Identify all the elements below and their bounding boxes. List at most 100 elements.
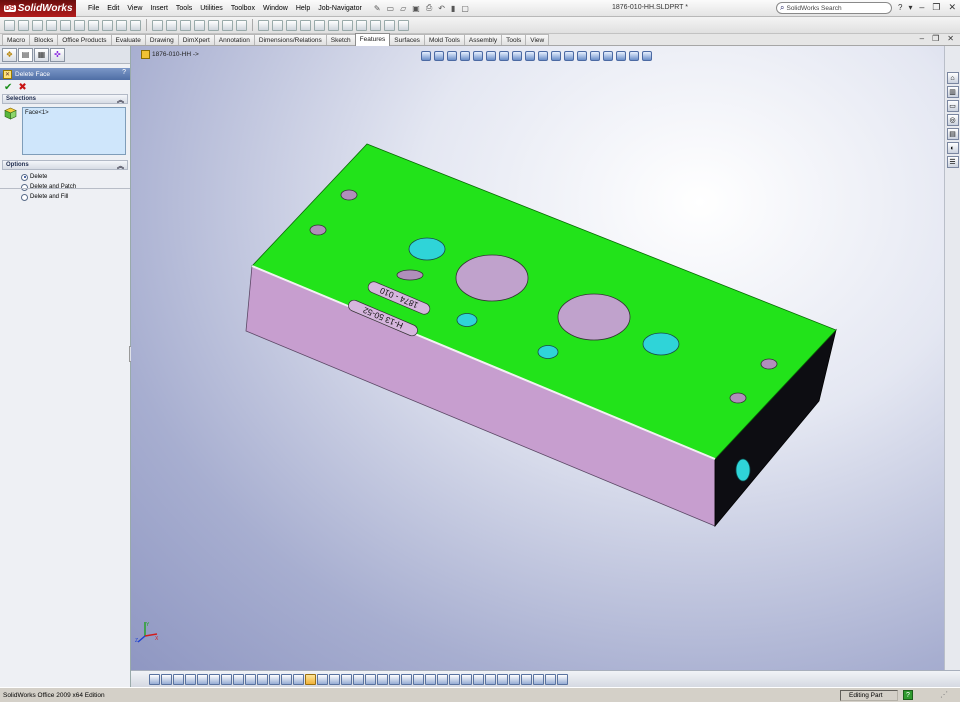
tab-view[interactable]: View bbox=[525, 34, 550, 45]
view-right-icon[interactable] bbox=[185, 673, 196, 685]
toolbar-button[interactable] bbox=[18, 19, 29, 31]
ok-button[interactable]: ✔ bbox=[4, 82, 12, 93]
option-delete[interactable]: Delete bbox=[0, 172, 130, 182]
view-normal-to-icon[interactable] bbox=[221, 673, 232, 685]
shaded-icon[interactable] bbox=[365, 673, 376, 685]
toolbar-button[interactable] bbox=[166, 19, 177, 31]
menu-window[interactable]: Window bbox=[259, 0, 292, 17]
menu-insert[interactable]: Insert bbox=[146, 0, 172, 17]
small-cyan-hole[interactable] bbox=[456, 313, 478, 327]
view-bottom-icon[interactable] bbox=[209, 673, 220, 685]
tab-drawing[interactable]: Drawing bbox=[144, 34, 179, 45]
menu-tools[interactable]: Tools bbox=[172, 0, 196, 17]
hidden-lines-visible-icon[interactable] bbox=[329, 673, 340, 685]
tab-macro[interactable]: Macro bbox=[2, 34, 31, 45]
toolbar-button[interactable] bbox=[272, 19, 283, 31]
feature-manager-tab[interactable]: ❖ bbox=[2, 47, 17, 62]
small-hole[interactable] bbox=[729, 392, 747, 404]
close-icon[interactable]: ✕ bbox=[948, 2, 956, 13]
toolbar-button[interactable] bbox=[300, 19, 311, 31]
dimetric-icon[interactable] bbox=[305, 673, 316, 685]
options-section-header[interactable]: Options ︽ bbox=[2, 160, 128, 170]
tab-features[interactable]: Features bbox=[354, 33, 391, 46]
minimize-icon[interactable]: – bbox=[919, 2, 924, 13]
solidworks-logo[interactable]: DS SolidWorks bbox=[0, 0, 76, 17]
configuration-manager-tab[interactable]: ▦ bbox=[34, 47, 49, 62]
toolbar-button[interactable] bbox=[236, 19, 247, 31]
selected-face-item[interactable]: Face<1> bbox=[25, 110, 49, 116]
graphics-area[interactable]: 1876-010-HH -> 1874 - 010 H-13 50-52 Y X… bbox=[131, 46, 944, 670]
toolbar-button[interactable] bbox=[328, 19, 339, 31]
radio-delete[interactable] bbox=[21, 173, 28, 181]
view-top-icon[interactable] bbox=[197, 673, 208, 685]
part-model[interactable]: 1874 - 010 H-13 50-52 bbox=[131, 46, 944, 670]
restore-icon[interactable]: ❐ bbox=[932, 2, 940, 13]
shadows-in-shaded-icon[interactable] bbox=[377, 673, 388, 685]
curvature-icon[interactable] bbox=[413, 673, 424, 685]
toolbar-button[interactable] bbox=[152, 19, 163, 31]
open-icon[interactable]: ▱ bbox=[400, 4, 406, 13]
perspective-icon[interactable] bbox=[389, 673, 400, 685]
tab-annotation[interactable]: Annotation bbox=[213, 34, 255, 45]
menu-edit[interactable]: Edit bbox=[103, 0, 123, 17]
tab-evaluate[interactable]: Evaluate bbox=[110, 34, 146, 45]
toolbar-button[interactable] bbox=[32, 19, 43, 31]
collapse-chevron-icon[interactable]: ︽ bbox=[117, 95, 124, 105]
large-hole[interactable] bbox=[455, 254, 529, 302]
dimxpert-manager-tab[interactable]: ✜ bbox=[50, 47, 65, 62]
tab-dimxpert[interactable]: DimXpert bbox=[177, 34, 215, 45]
zoom-to-fit-icon[interactable] bbox=[461, 673, 472, 685]
tab-dimensions-relations[interactable]: Dimensions/Relations bbox=[253, 34, 327, 45]
toolbar-button[interactable] bbox=[180, 19, 191, 31]
redraw-icon[interactable] bbox=[557, 673, 568, 685]
toolbar-button[interactable] bbox=[370, 19, 381, 31]
menu-job-navigator[interactable]: Job-Navigator bbox=[314, 0, 366, 17]
cancel-button[interactable]: ✖ bbox=[18, 82, 26, 93]
radio-delete-and-patch[interactable] bbox=[21, 183, 28, 191]
print-icon[interactable]: ⎙ bbox=[426, 3, 432, 13]
help-icon[interactable]: ? bbox=[898, 3, 902, 12]
doc-restore-icon[interactable]: ❐ bbox=[932, 34, 939, 43]
help-dropdown-icon[interactable]: ▾ bbox=[908, 3, 912, 12]
tab-assembly[interactable]: Assembly bbox=[463, 34, 503, 45]
large-hole[interactable] bbox=[557, 293, 631, 341]
end-face-hole[interactable] bbox=[735, 458, 751, 482]
view-back-icon[interactable] bbox=[161, 673, 172, 685]
view-four-icon[interactable] bbox=[269, 673, 280, 685]
toolbar-button[interactable] bbox=[208, 19, 219, 31]
toolbar-button[interactable] bbox=[102, 19, 113, 31]
toolbar-button[interactable] bbox=[194, 19, 205, 31]
menu-file[interactable]: File bbox=[84, 0, 103, 17]
doc-minimize-icon[interactable]: – bbox=[920, 34, 924, 43]
option-delete-and-fill[interactable]: Delete and Fill bbox=[0, 192, 130, 202]
trimetric-icon[interactable] bbox=[293, 673, 304, 685]
menu-toolbox[interactable]: Toolbox bbox=[227, 0, 259, 17]
view-left-icon[interactable] bbox=[173, 673, 184, 685]
hidden-lines-removed-icon[interactable] bbox=[341, 673, 352, 685]
collapse-chevron-icon[interactable]: ︽ bbox=[117, 161, 124, 171]
radio-delete-and-fill[interactable] bbox=[21, 193, 28, 201]
tab-blocks[interactable]: Blocks bbox=[29, 34, 59, 45]
help-icon[interactable]: ? bbox=[122, 69, 126, 76]
pan-view-icon[interactable] bbox=[533, 673, 544, 685]
save-icon[interactable]: ▣ bbox=[412, 4, 420, 13]
tab-mold-tools[interactable]: Mold Tools bbox=[423, 34, 465, 45]
property-manager-tab[interactable]: ▤ bbox=[18, 47, 33, 62]
faces-selection-box[interactable]: Face<1> bbox=[22, 107, 126, 155]
tab-surfaces[interactable]: Surfaces bbox=[389, 34, 425, 45]
toolbar-button[interactable] bbox=[258, 19, 269, 31]
tab-sketch[interactable]: Sketch bbox=[325, 34, 356, 45]
toolbar-button[interactable] bbox=[286, 19, 297, 31]
rotate-view-icon[interactable] bbox=[509, 673, 520, 685]
options-icon[interactable]: ▢ bbox=[461, 4, 469, 13]
search-results-icon[interactable]: ◎ bbox=[946, 114, 959, 126]
small-hole[interactable] bbox=[760, 358, 778, 370]
cyan-hole[interactable] bbox=[642, 332, 680, 356]
toolbar-button[interactable] bbox=[384, 19, 395, 31]
zebra-stripes-icon[interactable] bbox=[425, 673, 436, 685]
undo-icon[interactable]: ↶ bbox=[438, 4, 445, 13]
small-cyan-hole[interactable] bbox=[537, 345, 559, 359]
option-delete-and-patch[interactable]: Delete and Patch bbox=[0, 182, 130, 192]
toolbar-button[interactable] bbox=[342, 19, 353, 31]
shaded-with-edges-icon[interactable] bbox=[353, 673, 364, 685]
